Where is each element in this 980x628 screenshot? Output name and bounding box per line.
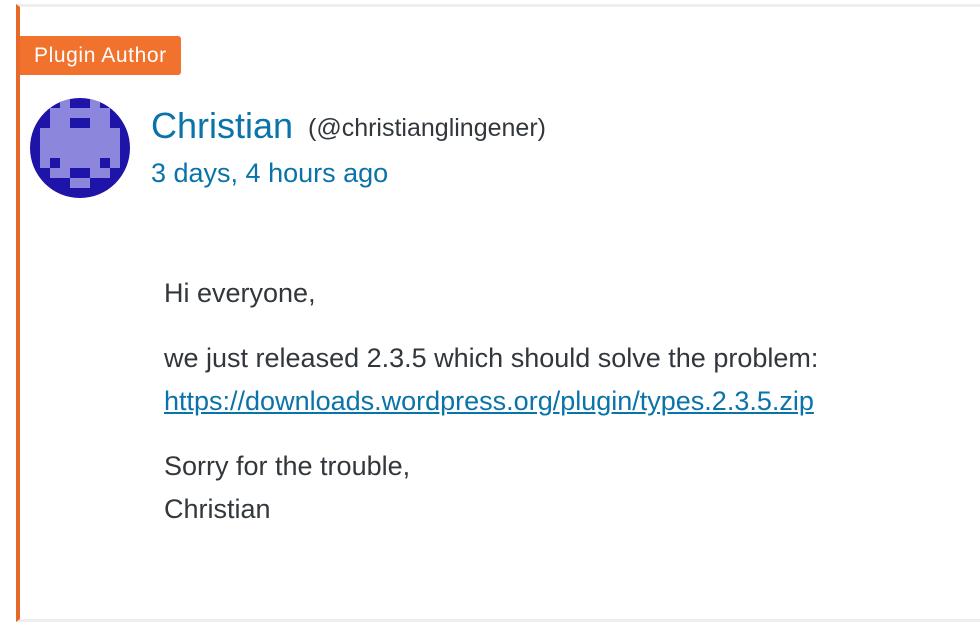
author-name-link[interactable]: Christian — [151, 105, 293, 147]
greeting-text: Hi everyone, — [164, 278, 316, 308]
closing-text: Sorry for the trouble, — [164, 451, 411, 481]
reply-timestamp-link[interactable]: 3 days, 4 hours ago — [151, 158, 388, 189]
plugin-author-badge: Plugin Author — [20, 36, 181, 75]
pixel-invader-avatar-icon — [30, 98, 130, 198]
reply-content: Hi everyone, we just released 2.3.5 whic… — [164, 272, 954, 553]
download-link[interactable]: https://downloads.wordpress.org/plugin/t… — [164, 386, 814, 416]
message-paragraph: we just released 2.3.5 which should solv… — [164, 337, 954, 423]
message-text: we just released 2.3.5 which should solv… — [164, 343, 819, 373]
author-handle: (@christianglingener) — [308, 114, 546, 142]
author-avatar[interactable] — [30, 98, 130, 198]
signature-text: Christian — [164, 494, 271, 524]
closing-paragraph: Sorry for the trouble, Christian — [164, 445, 954, 531]
